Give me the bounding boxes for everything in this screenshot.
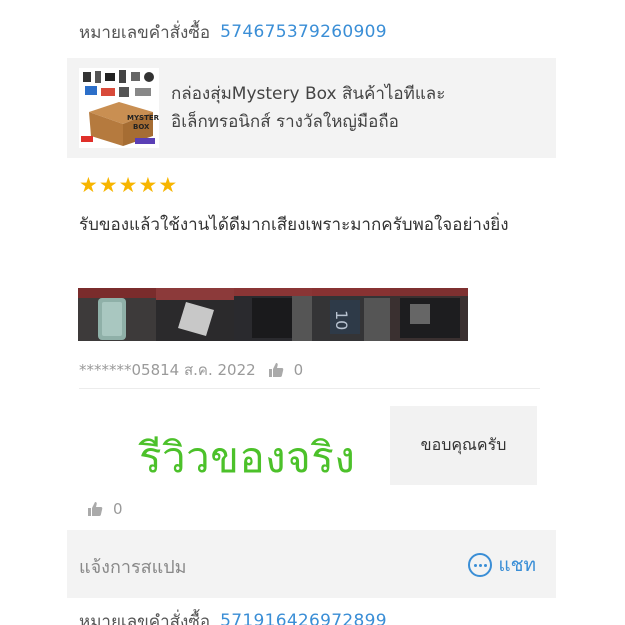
- review-photo[interactable]: 10: [312, 288, 390, 341]
- order-number-link[interactable]: 571916426972899: [220, 611, 387, 625]
- star-icon: ★: [138, 173, 158, 197]
- report-spam-link[interactable]: แจ้งการสแปม: [79, 552, 187, 581]
- product-name-line2: อิเล็กทรอนิกส์ รางวัลใหญ่มือถือ: [171, 112, 399, 132]
- review-meta: *******05814 ส.ค. 2022 0: [79, 358, 303, 382]
- chat-label: แชท: [498, 554, 536, 576]
- box-lettering: MYSTERY: [127, 114, 159, 122]
- mystery-box-image: MYSTERY BOX: [79, 68, 159, 148]
- review-photo[interactable]: [156, 288, 234, 341]
- like-count: 0: [293, 361, 304, 379]
- product-name[interactable]: กล่องสุ่มMystery Box สินค้าไอทีและ อิเล็…: [171, 80, 531, 136]
- review-photo[interactable]: [78, 288, 156, 341]
- reply-like-count: 0: [113, 500, 123, 518]
- order-number-row: หมายเลขคำสั่งซื้อ 574675379260909: [79, 17, 387, 47]
- review-panel: หมายเลขคำสั่งซื้อ 574675379260909 MYSTER…: [67, 0, 556, 625]
- review-photos: 10: [78, 288, 468, 341]
- genuine-review-stamp: รีวิวของจริง: [139, 433, 356, 482]
- product-card[interactable]: MYSTERY BOX กล่องสุ่มMystery Box สินค้าไ…: [67, 58, 556, 158]
- reviewer-and-date: *******05814 ส.ค. 2022: [79, 361, 256, 379]
- review-photo[interactable]: [234, 288, 312, 341]
- product-name-line1: กล่องสุ่มMystery Box สินค้าไอทีและ: [171, 84, 446, 104]
- divider: [79, 388, 540, 389]
- seller-reply: ขอบคุณครับ: [390, 406, 537, 485]
- next-order-row: หมายเลขคำสั่งซื้อ 571916426972899: [67, 598, 556, 625]
- box-lettering-2: BOX: [133, 123, 150, 131]
- review-photo[interactable]: [390, 288, 468, 341]
- chat-bubble-icon: [468, 553, 493, 577]
- left-gutter: [0, 0, 67, 625]
- thumbs-up-icon[interactable]: [87, 501, 103, 517]
- order-number-row: หมายเลขคำสั่งซื้อ 571916426972899: [79, 606, 387, 625]
- star-icon: ★: [98, 173, 118, 197]
- order-number-label: หมายเลขคำสั่งซื้อ: [79, 611, 211, 625]
- star-icon: ★: [158, 173, 178, 197]
- chat-button[interactable]: แชท: [468, 550, 536, 580]
- star-rating: ★ ★ ★ ★ ★: [79, 175, 177, 196]
- product-thumbnail[interactable]: MYSTERY BOX: [79, 68, 159, 148]
- star-icon: ★: [79, 173, 98, 197]
- order-number-label: หมายเลขคำสั่งซื้อ: [79, 22, 211, 43]
- order-number-link[interactable]: 574675379260909: [220, 22, 387, 42]
- review-text: รับของแล้วใช้งานได้ดีมากเสียงเพราะมากครั…: [79, 215, 509, 235]
- star-icon: ★: [118, 173, 138, 197]
- reply-like-row: 0: [87, 500, 123, 518]
- thumbs-up-icon[interactable]: [268, 362, 284, 378]
- review-footer: แจ้งการสแปม แชท: [67, 530, 556, 598]
- svg-text:10: 10: [332, 310, 351, 330]
